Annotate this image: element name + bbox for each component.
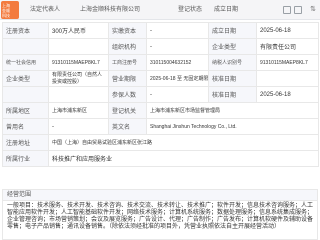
field-value: 有限责任公司 xyxy=(256,38,319,55)
field-value: 2025-06-18 至 无固定期限 xyxy=(146,70,209,87)
field-label: 企业类型 xyxy=(2,70,49,87)
company-info-table: 注册资本 300万人民币 实缴资本 - 成立日期 2025-06-18 组织机构… xyxy=(2,22,319,167)
field-value xyxy=(48,86,109,103)
field-label: 统一社会信用 xyxy=(2,54,49,71)
field-label: 注册资本 xyxy=(2,22,49,39)
header-col-company[interactable]: 上海金顺科技有限公司 xyxy=(80,4,170,16)
copy-icon[interactable] xyxy=(283,6,291,14)
field-label: 英文名 xyxy=(108,118,147,135)
table-row: 参保人数 - 核准日期 2025-06-18 xyxy=(2,86,319,103)
field-label: 实缴资本 xyxy=(108,22,147,39)
field-label: 登记机关 xyxy=(108,102,147,119)
field-value: 2025-06-18 xyxy=(256,22,319,39)
field-value xyxy=(48,38,109,55)
table-row: 曾用名 - 英文名 Shanghai Jinshun Technology Co… xyxy=(2,118,319,135)
field-value: 科技推广和应用服务业 xyxy=(48,150,319,167)
field-value: 310115004632152 xyxy=(146,54,209,71)
table-row: 组织机构 - 企业类型 有限责任公司 xyxy=(2,38,319,55)
field-value: 上海市浦东新区 xyxy=(48,102,109,119)
field-value[interactable]: 有限责任公司（自然人投资或控股） xyxy=(48,70,109,87)
field-label: 纳税人识别号 xyxy=(208,54,257,71)
field-label: 注册地址 xyxy=(2,134,49,151)
header-col-status: 登记状态 xyxy=(178,7,203,13)
field-value: - xyxy=(146,86,209,103)
share-icon[interactable] xyxy=(294,6,302,14)
field-label: 企业类型 xyxy=(208,38,257,55)
table-row: 注册地址 中国（上海）自由贸易试验区浦东新区张江路 xyxy=(2,134,319,151)
table-row: 所属地区 上海市浦东新区 登记机关 上海市浦东新区市场监督管理局 xyxy=(2,102,319,119)
field-label: 成立日期 xyxy=(208,22,257,39)
field-label: 曾用名 xyxy=(2,118,49,135)
field-label xyxy=(2,38,49,55)
field-value: Shanghai Jinshun Technology Co., Ltd. xyxy=(146,118,319,135)
field-value[interactable]: 中国（上海）自由贸易试验区浦东新区张江路 xyxy=(48,134,319,151)
field-label: 参保人数 xyxy=(108,86,147,103)
field-label: 所属行业 xyxy=(2,150,49,167)
header-col-date: 成立日期 xyxy=(214,7,239,13)
field-label: 组织机构 xyxy=(108,38,147,55)
header-icons xyxy=(283,4,302,16)
field-value[interactable]: 300万人民币 xyxy=(48,22,109,39)
company-logo: 上海 金顺 科技 xyxy=(1,1,19,19)
field-value: 2025-06-18 xyxy=(256,86,319,103)
table-row: 注册资本 300万人民币 实缴资本 - 成立日期 2025-06-18 xyxy=(2,22,319,39)
top-header: 上海 金顺 科技 法定代表人 上海金顺科技有限公司 登记状态 成立日期 ⇅ xyxy=(0,0,320,20)
table-row: 统一社会信用 91310115MAEP8KL7 工商注册号 3101150046… xyxy=(2,54,319,71)
logo-line: 科技 xyxy=(2,13,10,18)
business-scope-text: 一般项目：技术服务、技术开发、技术咨询、技术交流、技术转让、技术推广；软件开发；… xyxy=(2,200,318,240)
field-value: 91310115MAEP8KL7 xyxy=(48,54,109,71)
field-value: - xyxy=(146,22,209,39)
field-label: 工商注册号 xyxy=(108,54,147,71)
field-value xyxy=(256,70,319,87)
sort-icon[interactable]: ⇅ xyxy=(310,5,316,13)
table-row: 所属行业 科技推广和应用服务业 xyxy=(2,150,319,167)
field-label: 核准日期 xyxy=(208,70,257,87)
field-label: 核准日期 xyxy=(208,86,257,103)
field-value: - xyxy=(48,118,109,135)
field-value: - xyxy=(146,38,209,55)
business-scope-label: 经营范围 xyxy=(2,189,318,200)
header-col-legal-rep: 法定代表人 xyxy=(30,7,61,13)
field-label: 所属地区 xyxy=(2,102,49,119)
table-row: 企业类型 有限责任公司（自然人投资或控股） 营业期限 2025-06-18 至 … xyxy=(2,70,319,87)
field-value: 上海市浦东新区市场监督管理局 xyxy=(146,102,319,119)
field-value: 91310115MAEP8KL7 xyxy=(256,54,319,71)
field-label xyxy=(2,86,49,103)
field-label: 营业期限 xyxy=(108,70,147,87)
